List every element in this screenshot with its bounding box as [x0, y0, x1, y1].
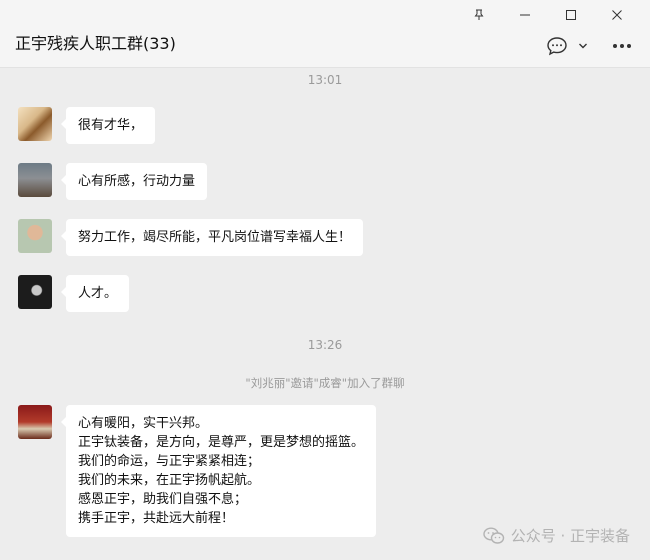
watermark: 公众号 · 正宇装备	[482, 525, 630, 546]
pin-button[interactable]	[456, 4, 502, 26]
timestamp: 13:26	[307, 338, 343, 352]
message: 心有所感，行动力量	[18, 163, 208, 200]
chat-title: 正宇残疾人职工群(33)	[15, 34, 176, 53]
message-text: 我们的未来，在正宇扬帆起航。	[78, 473, 261, 488]
timestamp: 13:01	[307, 73, 343, 87]
message-text: 携手正宇，共赴远大前程！	[78, 511, 235, 526]
close-button[interactable]	[594, 4, 640, 26]
message: 心有暖阳，实干兴邦。 正宇钛装备，是方向，是尊严，更是梦想的摇篮。 我们的命运，…	[18, 405, 377, 537]
message: 人才。	[18, 275, 130, 312]
close-icon	[612, 10, 622, 20]
message-bubble[interactable]: 很有才华，	[60, 107, 156, 144]
message-text: 很有才华，	[78, 118, 144, 133]
message-bubble[interactable]: 人才。	[60, 275, 130, 312]
message-text: 人才。	[78, 286, 118, 301]
maximize-button[interactable]	[548, 4, 594, 26]
chevron-down-icon	[579, 43, 587, 49]
message: 很有才华，	[18, 107, 156, 144]
pin-icon	[474, 9, 484, 20]
message-bubble[interactable]: 心有暖阳，实干兴邦。 正宇钛装备，是方向，是尊严，更是梦想的摇篮。 我们的命运，…	[60, 405, 377, 537]
system-message: "刘兆丽"邀请"成睿"加入了群聊	[245, 376, 405, 390]
avatar[interactable]	[18, 107, 52, 141]
window-controls	[456, 4, 640, 26]
message-bubble[interactable]: 心有所感，行动力量	[60, 163, 208, 200]
avatar[interactable]	[18, 219, 52, 253]
message-text: 正宇钛装备，是方向，是尊严，更是梦想的摇篮。	[78, 435, 365, 450]
more-icon	[613, 44, 631, 48]
wechat-icon	[482, 526, 504, 544]
dropdown-button[interactable]	[578, 42, 588, 50]
avatar[interactable]	[18, 163, 52, 197]
message-text: 心有暖阳，实干兴邦。	[78, 416, 209, 431]
chat-header: 正宇残疾人职工群(33)	[0, 0, 650, 68]
more-button[interactable]	[612, 43, 632, 49]
watermark-text: 公众号 · 正宇装备	[510, 527, 630, 545]
minimize-icon	[520, 14, 530, 16]
message-text: 心有所感，行动力量	[78, 174, 196, 189]
chat-bubble-icon	[547, 37, 567, 56]
maximize-icon	[566, 10, 576, 20]
chat-info-button[interactable]	[546, 36, 568, 56]
header-actions	[546, 36, 632, 56]
message-text: 努力工作，竭尽所能，平凡岗位谱写幸福人生！	[78, 230, 352, 245]
message: 努力工作，竭尽所能，平凡岗位谱写幸福人生！	[18, 219, 364, 256]
avatar[interactable]	[18, 275, 52, 309]
minimize-button[interactable]	[502, 4, 548, 26]
message-text: 感恩正宇，助我们自强不息；	[78, 492, 248, 507]
message-bubble[interactable]: 努力工作，竭尽所能，平凡岗位谱写幸福人生！	[60, 219, 364, 256]
message-text: 我们的命运，与正宇紧紧相连；	[78, 454, 261, 469]
avatar[interactable]	[18, 405, 52, 439]
